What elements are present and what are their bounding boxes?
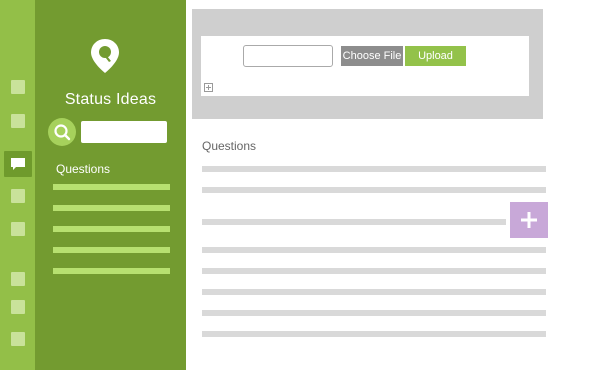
question-row[interactable]	[202, 268, 546, 274]
sidebar-item[interactable]	[53, 205, 170, 211]
question-row[interactable]	[202, 310, 546, 316]
app-title: Status Ideas	[64, 91, 157, 108]
rail-item-8[interactable]	[11, 332, 25, 346]
rail-item-4[interactable]	[11, 189, 25, 203]
search-icon[interactable]	[48, 118, 76, 146]
choose-file-button[interactable]: Choose File	[341, 46, 403, 66]
question-row[interactable]	[202, 166, 546, 172]
sidebar: Status Ideas Questions	[35, 0, 186, 370]
upload-panel: Choose File Upload	[192, 9, 543, 119]
sidebar-item[interactable]	[53, 247, 170, 253]
search-input[interactable]	[81, 121, 167, 143]
question-row[interactable]	[202, 331, 546, 337]
expand-icon[interactable]	[204, 83, 213, 92]
question-row[interactable]	[202, 187, 546, 193]
nav-rail	[0, 0, 35, 370]
plus-icon	[521, 212, 537, 228]
sidebar-item[interactable]	[53, 184, 170, 190]
upload-form: Choose File Upload	[201, 36, 529, 96]
rail-item-7[interactable]	[11, 300, 25, 314]
sidebar-item[interactable]	[53, 226, 170, 232]
rail-item-6[interactable]	[11, 272, 25, 286]
question-row[interactable]	[202, 247, 546, 253]
question-row[interactable]	[202, 219, 506, 225]
rail-item-1[interactable]	[11, 80, 25, 94]
rail-item-2[interactable]	[11, 114, 25, 128]
map-pin-icon	[91, 39, 119, 73]
chat-icon	[11, 158, 25, 170]
rail-item-5[interactable]	[11, 222, 25, 236]
add-question-button[interactable]	[510, 202, 548, 238]
rail-item-questions[interactable]	[4, 151, 32, 177]
upload-button[interactable]: Upload	[405, 46, 466, 66]
file-path-field[interactable]	[243, 45, 333, 67]
question-row[interactable]	[202, 289, 546, 295]
sidebar-section-label: Questions	[56, 162, 111, 176]
sidebar-item[interactable]	[53, 268, 170, 274]
questions-title: Questions	[202, 139, 257, 153]
